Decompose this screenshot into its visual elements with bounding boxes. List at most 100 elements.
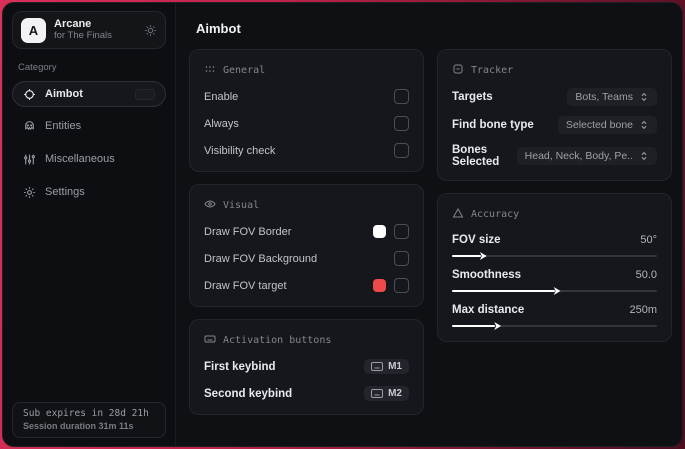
setting-label: Find bone type	[452, 119, 534, 131]
page-title: Aimbot	[196, 21, 241, 36]
aimbot-hint-badge	[135, 88, 155, 100]
session-duration-text: Session duration 31m 11s	[23, 421, 134, 431]
crosshair-icon	[23, 88, 36, 101]
sub-expiry-text: Sub expires in 28d 21h	[23, 408, 149, 419]
card-title: General	[223, 65, 266, 76]
keyboard-icon	[371, 362, 384, 371]
sidebar-item-label: Settings	[45, 186, 85, 198]
sidebar-item-miscellaneous[interactable]: Miscellaneous	[12, 145, 166, 173]
setting-label: FOV size	[452, 234, 501, 246]
setting-row-fov-border: Draw FOV Border	[204, 223, 409, 240]
slider-thumb[interactable]	[479, 252, 487, 260]
setting-row-targets: Targets Bots, Teams	[452, 88, 657, 106]
select-value: Bots, Teams	[575, 91, 633, 103]
eye-icon	[204, 198, 216, 213]
entities-icon	[23, 120, 36, 133]
sidebar-item-label: Entities	[45, 120, 82, 132]
visual-card: Visual Draw FOV Border Draw FOV Backgrou…	[189, 184, 424, 307]
fov-background-checkbox[interactable]	[394, 251, 409, 266]
keybind-value: M1	[388, 361, 402, 372]
max-distance-slider[interactable]	[452, 322, 657, 330]
app-window: A Arcane for The Finals Category Aimbot	[2, 2, 683, 447]
setting-row-visibility-check: Visibility check	[204, 142, 409, 159]
fov-size-value: 50°	[640, 234, 657, 246]
sidebar-item-entities[interactable]: Entities	[12, 112, 166, 140]
triangle-icon	[452, 207, 464, 222]
setting-row-always: Always	[204, 115, 409, 132]
app-name: Arcane	[54, 18, 92, 31]
setting-label: Targets	[452, 91, 493, 103]
main-content: Aimbot General Enable Always Visibility …	[176, 3, 682, 446]
card-title: Accuracy	[471, 209, 520, 220]
setting-label: Smoothness	[452, 269, 522, 281]
tracker-card: Tracker Targets Bots, Teams Find bone ty…	[437, 49, 672, 181]
enable-checkbox[interactable]	[394, 89, 409, 104]
accuracy-card: Accuracy FOV size 50° Smoothness 50.0 Ma…	[437, 193, 672, 342]
app-subtitle: for The Finals	[54, 29, 112, 41]
sidebar: A Arcane for The Finals Category Aimbot	[3, 3, 176, 446]
chevrons-up-down-icon	[641, 92, 647, 102]
find-bone-type-select[interactable]: Selected bone	[557, 116, 657, 134]
setting-row-first-keybind: First keybind M1	[204, 358, 409, 375]
second-keybind-button[interactable]: M2	[364, 386, 409, 401]
slider-thumb[interactable]	[494, 322, 502, 330]
subscription-info-card: Sub expires in 28d 21h Session duration …	[12, 402, 166, 438]
fov-size-slider[interactable]	[452, 252, 657, 260]
setting-label: Second keybind	[204, 387, 293, 400]
sidebar-nav: Aimbot Entities Miscellaneous Settings	[12, 81, 166, 209]
select-value: Selected bone	[565, 119, 633, 131]
chevrons-up-down-icon	[641, 151, 647, 161]
setting-row-max-distance: Max distance 250m	[452, 304, 657, 330]
setting-label: Draw FOV Border	[204, 225, 292, 238]
fov-target-color-swatch[interactable]	[373, 279, 386, 292]
setting-label: Visibility check	[204, 144, 276, 157]
card-title: Visual	[223, 200, 260, 211]
bones-selected-select[interactable]: Head, Neck, Body, Pe..	[516, 147, 657, 165]
fov-border-color-swatch[interactable]	[373, 225, 386, 238]
visibility-check-checkbox[interactable]	[394, 143, 409, 158]
scan-frame-icon	[452, 63, 464, 78]
sliders-icon	[23, 153, 36, 166]
activation-buttons-card: Activation buttons First keybind M1 Seco…	[189, 319, 424, 415]
setting-label: Bones Selected	[452, 144, 500, 168]
sidebar-item-settings[interactable]: Settings	[12, 178, 166, 206]
setting-row-enable: Enable	[204, 88, 409, 105]
setting-row-second-keybind: Second keybind M2	[204, 385, 409, 402]
keybind-value: M2	[388, 388, 402, 399]
gear-icon	[23, 186, 36, 199]
fov-target-checkbox[interactable]	[394, 278, 409, 293]
setting-row-fov-target: Draw FOV target	[204, 277, 409, 294]
max-distance-value: 250m	[629, 304, 657, 316]
keyboard-icon	[204, 333, 216, 348]
slider-thumb[interactable]	[553, 287, 561, 295]
targets-select[interactable]: Bots, Teams	[567, 88, 657, 106]
always-checkbox[interactable]	[394, 116, 409, 131]
keyboard-icon	[371, 389, 384, 398]
sidebar-item-aimbot[interactable]: Aimbot	[12, 81, 166, 107]
fov-border-checkbox[interactable]	[394, 224, 409, 239]
setting-label: First keybind	[204, 360, 276, 373]
sidebar-item-label: Aimbot	[45, 88, 83, 100]
card-title: Tracker	[471, 65, 514, 76]
select-value: Head, Neck, Body, Pe..	[524, 150, 633, 162]
card-title: Activation buttons	[223, 335, 332, 346]
setting-row-smoothness: Smoothness 50.0	[452, 269, 657, 295]
app-logo: A	[21, 17, 46, 43]
smoothness-slider[interactable]	[452, 287, 657, 295]
setting-label: Always	[204, 117, 239, 130]
sidebar-item-label: Miscellaneous	[45, 153, 115, 165]
setting-row-fov-size: FOV size 50°	[452, 234, 657, 260]
setting-label: Enable	[204, 90, 239, 103]
first-keybind-button[interactable]: M1	[364, 359, 409, 374]
sync-gear-icon[interactable]	[144, 24, 157, 37]
setting-row-find-bone-type: Find bone type Selected bone	[452, 116, 657, 134]
grid-icon	[204, 63, 216, 78]
smoothness-value: 50.0	[635, 269, 657, 281]
general-card: General Enable Always Visibility check	[189, 49, 424, 172]
chevrons-up-down-icon	[641, 120, 647, 130]
setting-label: Max distance	[452, 304, 525, 316]
app-header-card: A Arcane for The Finals	[12, 11, 166, 49]
setting-label: Draw FOV target	[204, 279, 287, 292]
category-label: Category	[18, 62, 57, 73]
setting-row-fov-background: Draw FOV Background	[204, 250, 409, 267]
